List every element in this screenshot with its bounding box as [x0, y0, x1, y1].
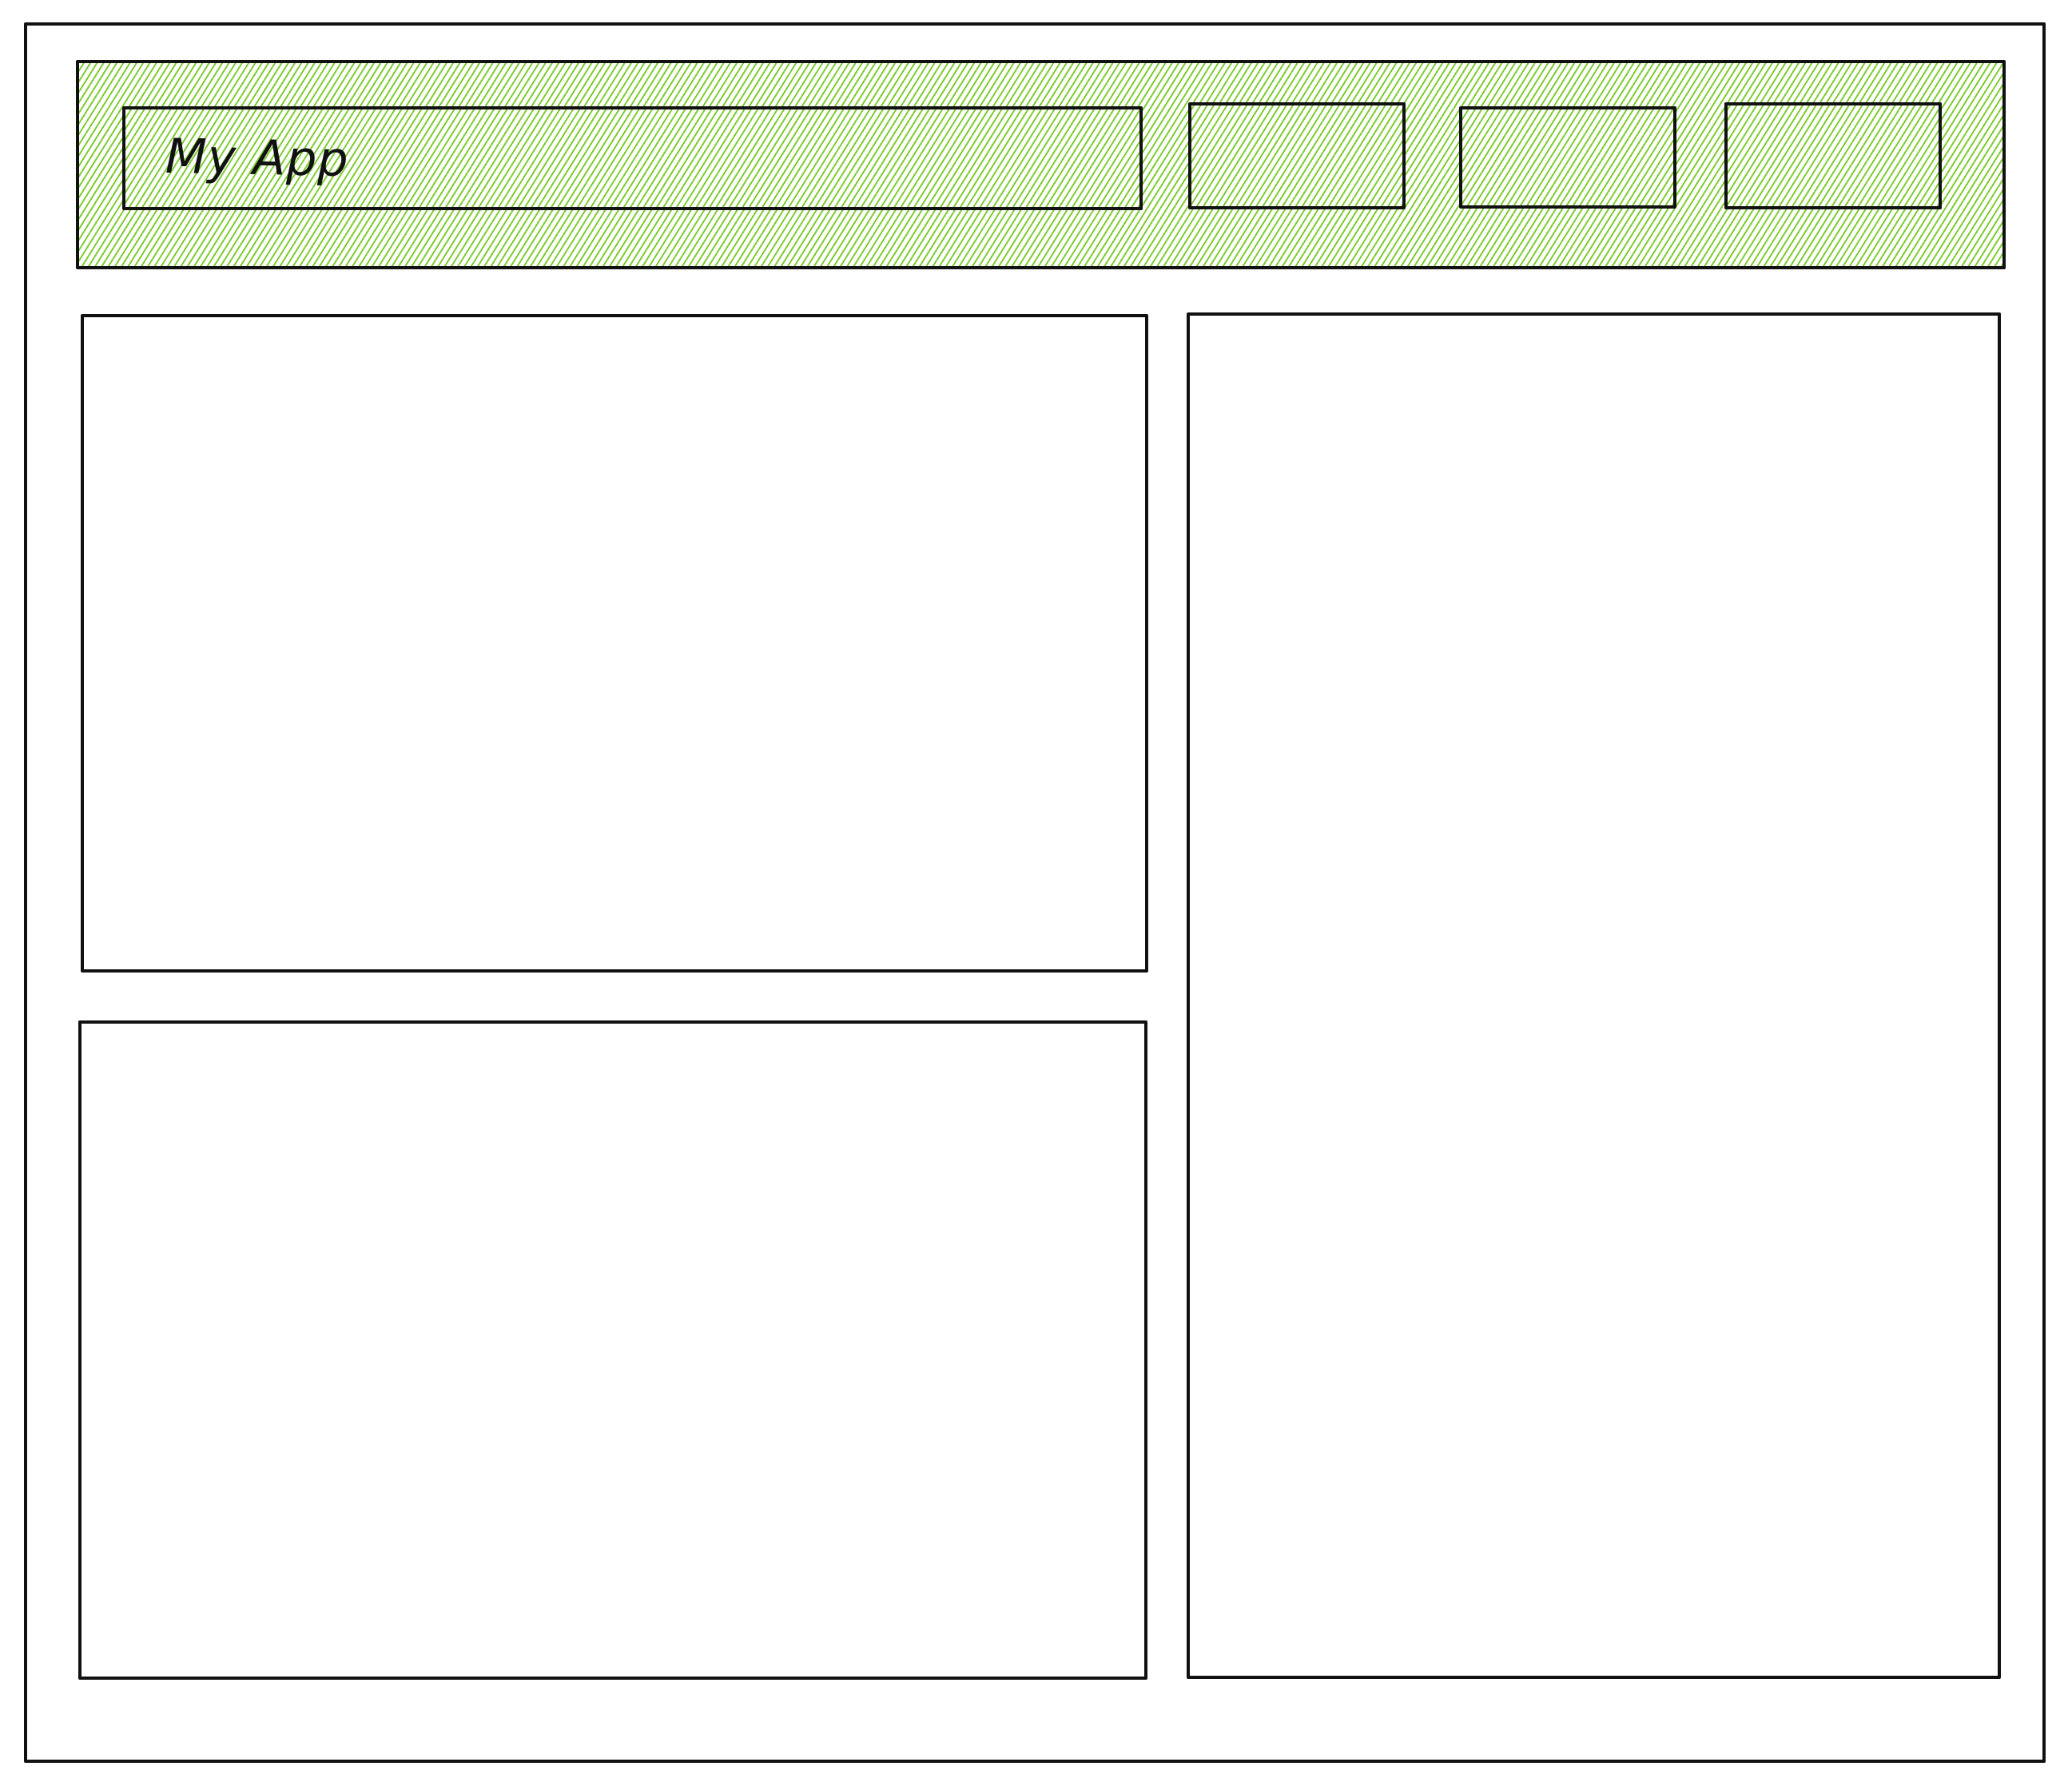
app-title: My App: [165, 129, 350, 188]
header-button-2[interactable]: [1459, 106, 1676, 209]
content-panel-top-left: [81, 314, 1148, 973]
header-button-3[interactable]: [1724, 102, 1942, 209]
header-button-1[interactable]: [1188, 102, 1406, 209]
content-panel-bottom-left: [78, 1020, 1147, 1680]
content-panel-right: [1187, 312, 2001, 1679]
app-title-bar: My App: [122, 106, 1143, 210]
